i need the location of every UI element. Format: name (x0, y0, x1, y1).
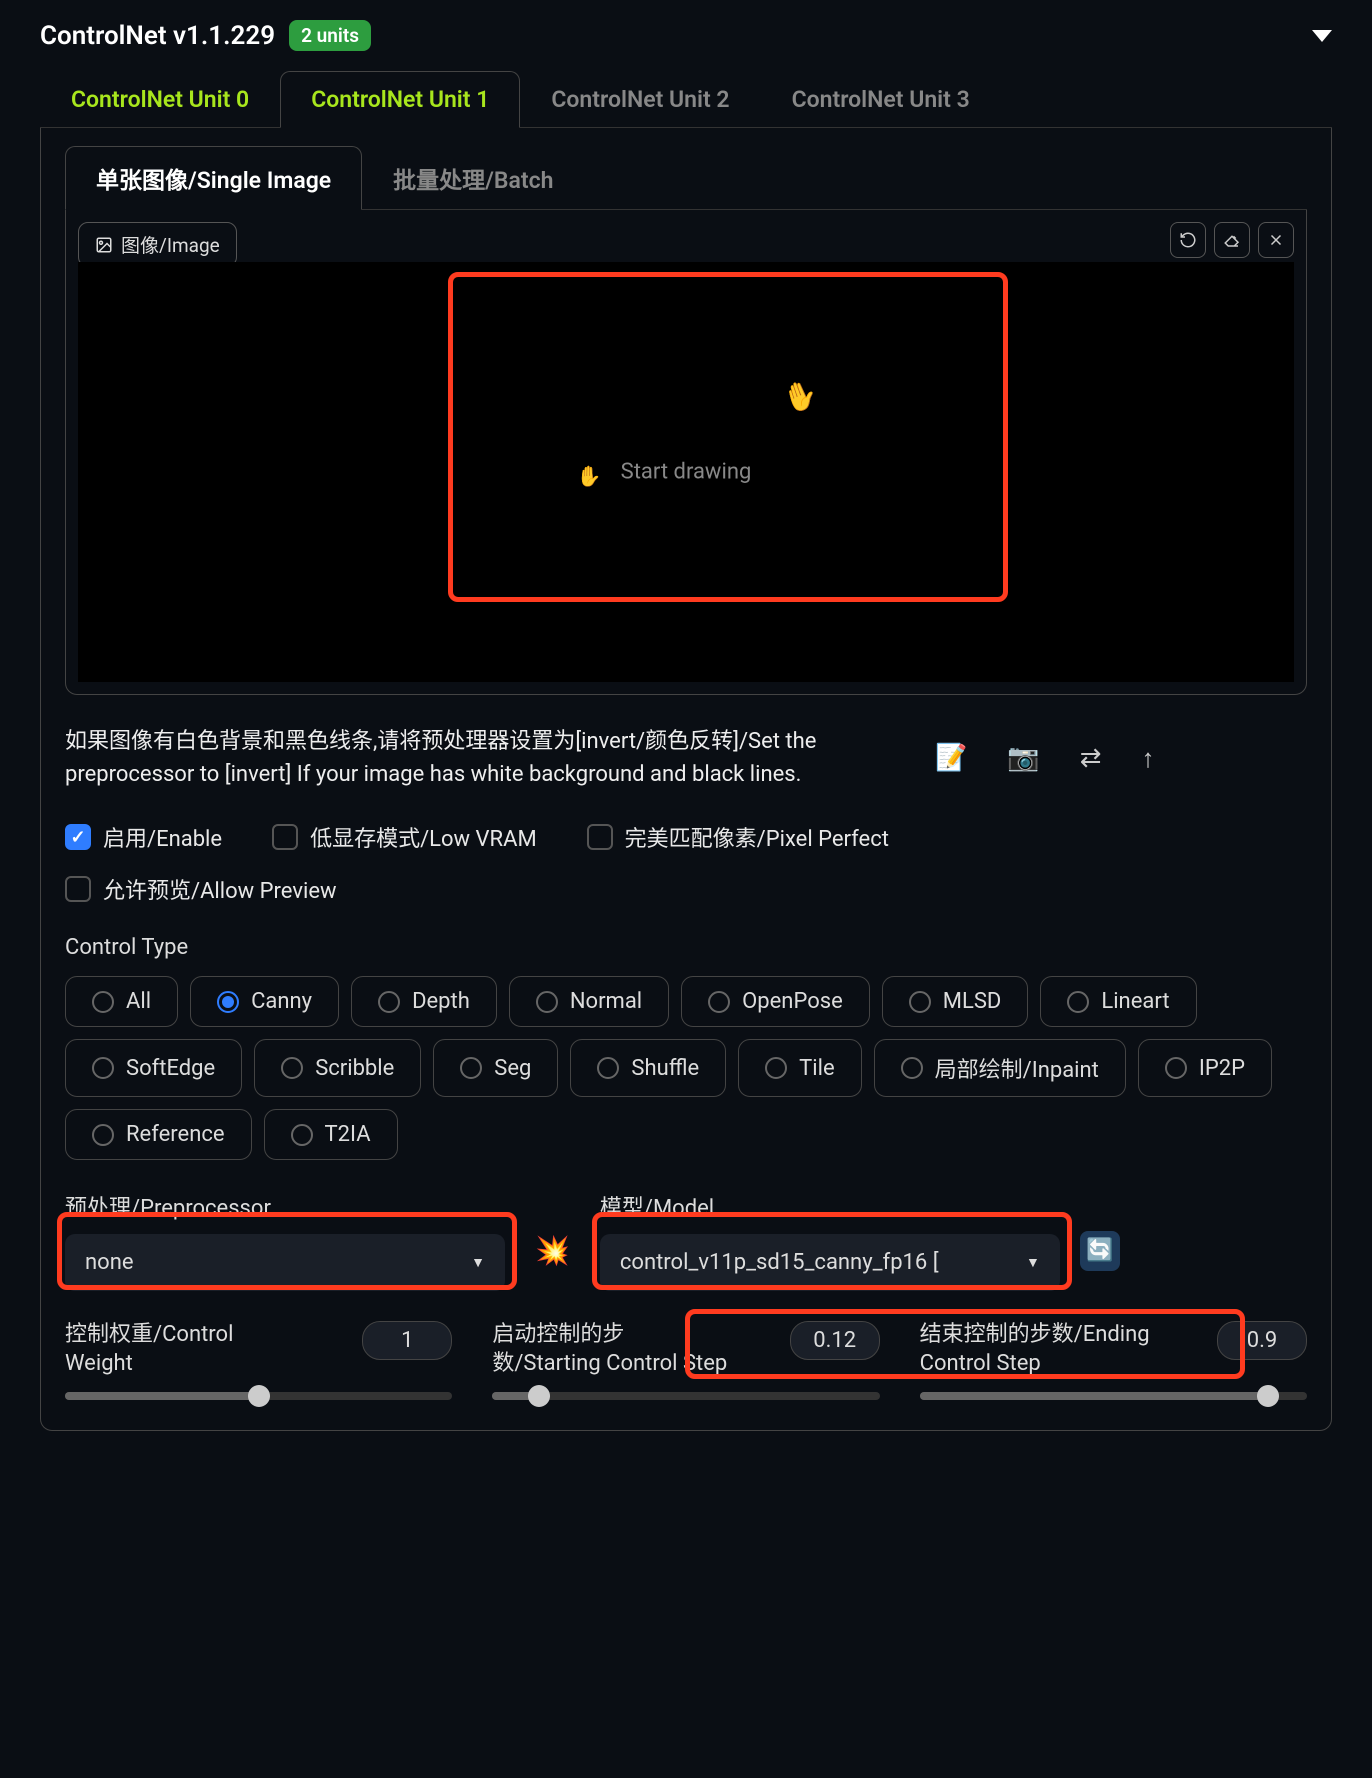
control-type-group: All Canny Depth Normal OpenPose MLSD Lin… (65, 976, 1307, 1160)
tab-unit-0[interactable]: ControlNet Unit 0 (40, 71, 280, 127)
model-value: control_v11p_sd15_canny_fp16 [ (620, 1250, 939, 1275)
refresh-models-button[interactable]: 🔄 (1080, 1231, 1120, 1271)
start-step-label: 启动控制的步数/Starting Control Step (492, 1321, 732, 1378)
model-select[interactable]: control_v11p_sd15_canny_fp16 [ ▼ (600, 1234, 1060, 1291)
drawing-canvas[interactable]: ✋ ✋ Start drawing (78, 262, 1294, 682)
preprocessor-select[interactable]: none ▼ (65, 1234, 505, 1291)
edit-icon[interactable]: 📝 (935, 743, 967, 774)
radio-tile[interactable]: Tile (738, 1039, 862, 1097)
unit-panel: 单张图像/Single Image 批量处理/Batch 图像/Image (40, 128, 1332, 1431)
unit-tabs: ControlNet Unit 0 ControlNet Unit 1 Cont… (40, 71, 1332, 128)
undo-icon (1179, 231, 1197, 249)
end-step-input[interactable]: 0.9 (1217, 1321, 1307, 1360)
camera-icon[interactable]: 📷 (1007, 743, 1039, 774)
image-upload-area: 图像/Image (65, 210, 1307, 695)
radio-depth[interactable]: Depth (351, 976, 497, 1027)
start-step-input[interactable]: 0.12 (790, 1321, 880, 1360)
check-icon: ✓ (65, 824, 91, 850)
preprocessor-value: none (85, 1250, 134, 1275)
control-type-label: Control Type (65, 935, 1307, 960)
radio-scribble[interactable]: Scribble (254, 1039, 421, 1097)
weight-input[interactable]: 1 (362, 1321, 452, 1360)
checkbox-pixelperfect-label: 完美匹配像素/Pixel Perfect (625, 821, 889, 853)
check-icon (272, 824, 298, 850)
undo-button[interactable] (1170, 222, 1206, 258)
collapse-caret-icon[interactable] (1312, 30, 1332, 42)
panel-header: ControlNet v1.1.229 2 units (40, 20, 1332, 51)
image-mode-tabs: 单张图像/Single Image 批量处理/Batch (65, 146, 1307, 210)
tab-unit-2[interactable]: ControlNet Unit 2 (520, 71, 760, 127)
radio-ip2p[interactable]: IP2P (1138, 1039, 1272, 1097)
radio-t2ia[interactable]: T2IA (264, 1109, 398, 1160)
checkbox-allowpreview[interactable]: 允许预览/Allow Preview (65, 873, 337, 905)
start-step-slider[interactable] (492, 1392, 879, 1400)
radio-seg[interactable]: Seg (433, 1039, 558, 1097)
preprocessor-label: 预处理/Preprocessor (65, 1190, 505, 1222)
chevron-down-icon: ▼ (1026, 1254, 1040, 1271)
title: ControlNet v1.1.229 (40, 21, 275, 51)
radio-canny[interactable]: Canny (190, 976, 339, 1027)
radio-all[interactable]: All (65, 976, 178, 1027)
checkbox-enable[interactable]: ✓ 启用/Enable (65, 821, 222, 853)
radio-openpose[interactable]: OpenPose (681, 976, 870, 1027)
image-tab-label: 图像/Image (121, 231, 220, 258)
chevron-down-icon: ▼ (471, 1254, 485, 1271)
checkbox-allowpreview-label: 允许预览/Allow Preview (103, 873, 337, 905)
slider-thumb[interactable] (528, 1385, 550, 1407)
radio-normal[interactable]: Normal (509, 976, 669, 1027)
units-badge: 2 units (289, 20, 371, 51)
image-tab-button[interactable]: 图像/Image (78, 222, 237, 267)
erase-button[interactable] (1214, 222, 1250, 258)
slider-thumb[interactable] (248, 1385, 270, 1407)
model-label: 模型/Model (600, 1190, 1060, 1222)
close-icon (1267, 231, 1285, 249)
close-button[interactable] (1258, 222, 1294, 258)
preprocessor-hint: 如果图像有白色背景和黑色线条,请将预处理器设置为[invert/颜色反转]/Se… (65, 725, 905, 791)
end-step-slider[interactable] (920, 1392, 1307, 1400)
swap-icon[interactable]: ⇄ (1080, 743, 1102, 774)
weight-label: 控制权重/Control Weight (65, 1321, 305, 1378)
checkbox-pixelperfect[interactable]: 完美匹配像素/Pixel Perfect (587, 821, 889, 853)
tab-unit-3[interactable]: ControlNet Unit 3 (761, 71, 1001, 127)
checkbox-lowvram-label: 低显存模式/Low VRAM (310, 821, 537, 853)
erase-icon (1223, 231, 1241, 249)
slider-thumb[interactable] (1257, 1385, 1279, 1407)
hand-sketch-2: ✋ (577, 464, 602, 488)
checkbox-lowvram[interactable]: 低显存模式/Low VRAM (272, 821, 537, 853)
tab-unit-1[interactable]: ControlNet Unit 1 (280, 71, 520, 128)
send-up-icon[interactable]: ↑ (1142, 743, 1155, 774)
radio-reference[interactable]: Reference (65, 1109, 252, 1160)
radio-softedge[interactable]: SoftEdge (65, 1039, 242, 1097)
radio-mlsd[interactable]: MLSD (882, 976, 1029, 1027)
tab-batch[interactable]: 批量处理/Batch (362, 146, 584, 209)
start-drawing-label: Start drawing (621, 460, 752, 485)
image-icon (95, 236, 113, 254)
tab-single-image[interactable]: 单张图像/Single Image (65, 146, 362, 210)
radio-shuffle[interactable]: Shuffle (570, 1039, 726, 1097)
radio-inpaint[interactable]: 局部绘制/Inpaint (874, 1039, 1126, 1097)
radio-lineart[interactable]: Lineart (1040, 976, 1196, 1027)
weight-slider[interactable] (65, 1392, 452, 1400)
checkbox-enable-label: 启用/Enable (103, 821, 222, 853)
check-icon (65, 876, 91, 902)
end-step-label: 结束控制的步数/Ending Control Step (920, 1321, 1160, 1378)
highlight-canvas (448, 272, 1008, 602)
run-preprocessor-button[interactable]: 💥 (525, 1234, 580, 1267)
check-icon (587, 824, 613, 850)
